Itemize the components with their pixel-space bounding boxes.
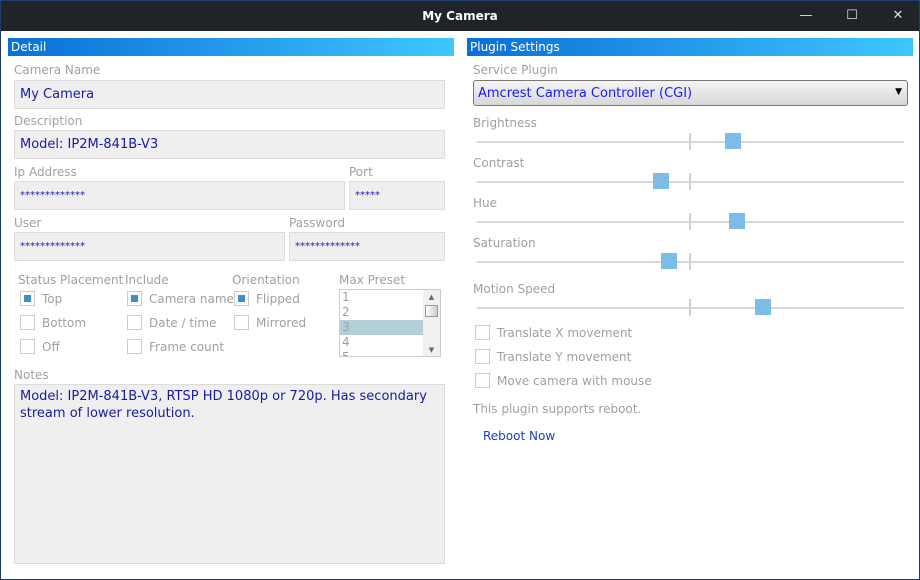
slider-center-tick [689,253,691,270]
translate-y-label: Translate Y movement [497,350,632,364]
include-date-time-checkbox[interactable] [127,315,142,330]
description-input[interactable]: Model: IP2M-841B-V3 [14,130,445,159]
detail-header: Detail [8,38,454,56]
close-button[interactable]: ✕ [875,1,920,31]
status-top-checkbox[interactable] [20,291,35,306]
minimize-button[interactable]: — [783,1,829,31]
include-date-time-label: Date / time [149,316,217,330]
status-off-label: Off [42,340,60,354]
status-top-label: Top [42,292,63,306]
contrast-label: Contrast [473,156,525,170]
hue-slider-thumb[interactable] [729,213,746,229]
include-camera-name-label: Camera name [149,292,234,306]
title-bar: My Camera — ☐ ✕ [1,1,919,31]
list-item[interactable]: 4 [340,335,423,350]
include-frame-count-checkbox[interactable] [127,339,142,354]
service-plugin-select[interactable]: Amcrest Camera Controller (CGI) ▼ [473,80,908,106]
contrast-slider[interactable] [477,173,904,190]
scroll-thumb[interactable] [425,305,438,317]
brightness-slider-thumb[interactable] [725,133,742,149]
slider-center-tick [689,173,691,190]
motion-speed-slider[interactable] [477,299,904,316]
slider-center-tick [689,133,691,150]
user-input[interactable]: ************* [14,232,285,261]
motion-speed-slider-thumb[interactable] [755,299,772,315]
camera-window: My Camera — ☐ ✕ Detail Camera Name My Ca… [0,0,920,580]
list-item[interactable]: 1 [340,290,423,305]
camera-name-label: Camera Name [14,63,101,77]
port-input[interactable]: ***** [349,181,445,210]
description-label: Description [14,114,83,128]
password-input[interactable]: ************* [289,232,445,261]
password-label: Password [289,216,346,230]
translate-x-checkbox[interactable] [475,325,490,340]
reboot-note: This plugin supports reboot. [473,402,642,416]
dropdown-arrow-icon: ▼ [895,87,902,97]
status-bottom-checkbox[interactable] [20,315,35,330]
scroll-down-icon[interactable]: ▼ [423,346,440,354]
window-title: My Camera [422,9,498,23]
plugin-settings-header: Plugin Settings [467,38,913,56]
service-plugin-label: Service Plugin [473,63,558,77]
flipped-label: Flipped [256,292,300,306]
list-item[interactable]: 5 [340,350,423,356]
list-item[interactable]: 2 [340,305,423,320]
max-preset-list[interactable]: 1 2 3 4 5 ▲ ▼ [339,289,441,357]
status-bottom-label: Bottom [42,316,87,330]
saturation-slider-thumb[interactable] [661,253,678,269]
service-plugin-value: Amcrest Camera Controller (CGI) [478,86,693,101]
port-label: Port [349,165,373,179]
include-camera-name-checkbox[interactable] [127,291,142,306]
brightness-slider[interactable] [477,133,904,150]
scroll-up-icon[interactable]: ▲ [423,290,440,304]
include-frame-count-label: Frame count [149,340,225,354]
saturation-label: Saturation [473,236,536,250]
saturation-slider[interactable] [477,253,904,270]
user-label: User [14,216,42,230]
translate-x-label: Translate X movement [497,326,633,340]
motion-speed-label: Motion Speed [473,282,556,296]
max-preset-label: Max Preset [339,273,406,287]
orientation-label: Orientation [232,273,300,287]
maximize-button[interactable]: ☐ [829,1,875,31]
ip-label: Ip Address [14,165,77,179]
mirrored-checkbox[interactable] [234,315,249,330]
list-item-selected[interactable]: 3 [340,320,423,335]
hue-label: Hue [473,196,498,210]
hue-slider[interactable] [477,213,904,230]
camera-name-input[interactable]: My Camera [14,80,445,109]
translate-y-checkbox[interactable] [475,349,490,364]
contrast-slider-thumb[interactable] [652,173,669,189]
slider-center-tick [689,299,691,316]
notes-label: Notes [14,368,49,382]
include-label: Include [125,273,169,287]
mirrored-label: Mirrored [256,316,307,330]
slider-center-tick [689,213,691,230]
status-off-checkbox[interactable] [20,339,35,354]
move-with-mouse-label: Move camera with mouse [497,374,652,388]
flipped-checkbox[interactable] [234,291,249,306]
scrollbar[interactable]: ▲ ▼ [423,290,440,356]
notes-textarea[interactable]: Model: IP2M-841B-V3, RTSP HD 1080p or 72… [14,384,445,564]
brightness-label: Brightness [473,116,537,130]
ip-input[interactable]: ************* [14,181,345,210]
reboot-now-link[interactable]: Reboot Now [483,429,555,443]
status-placement-label: Status Placement [18,273,124,287]
move-with-mouse-checkbox[interactable] [475,373,490,388]
